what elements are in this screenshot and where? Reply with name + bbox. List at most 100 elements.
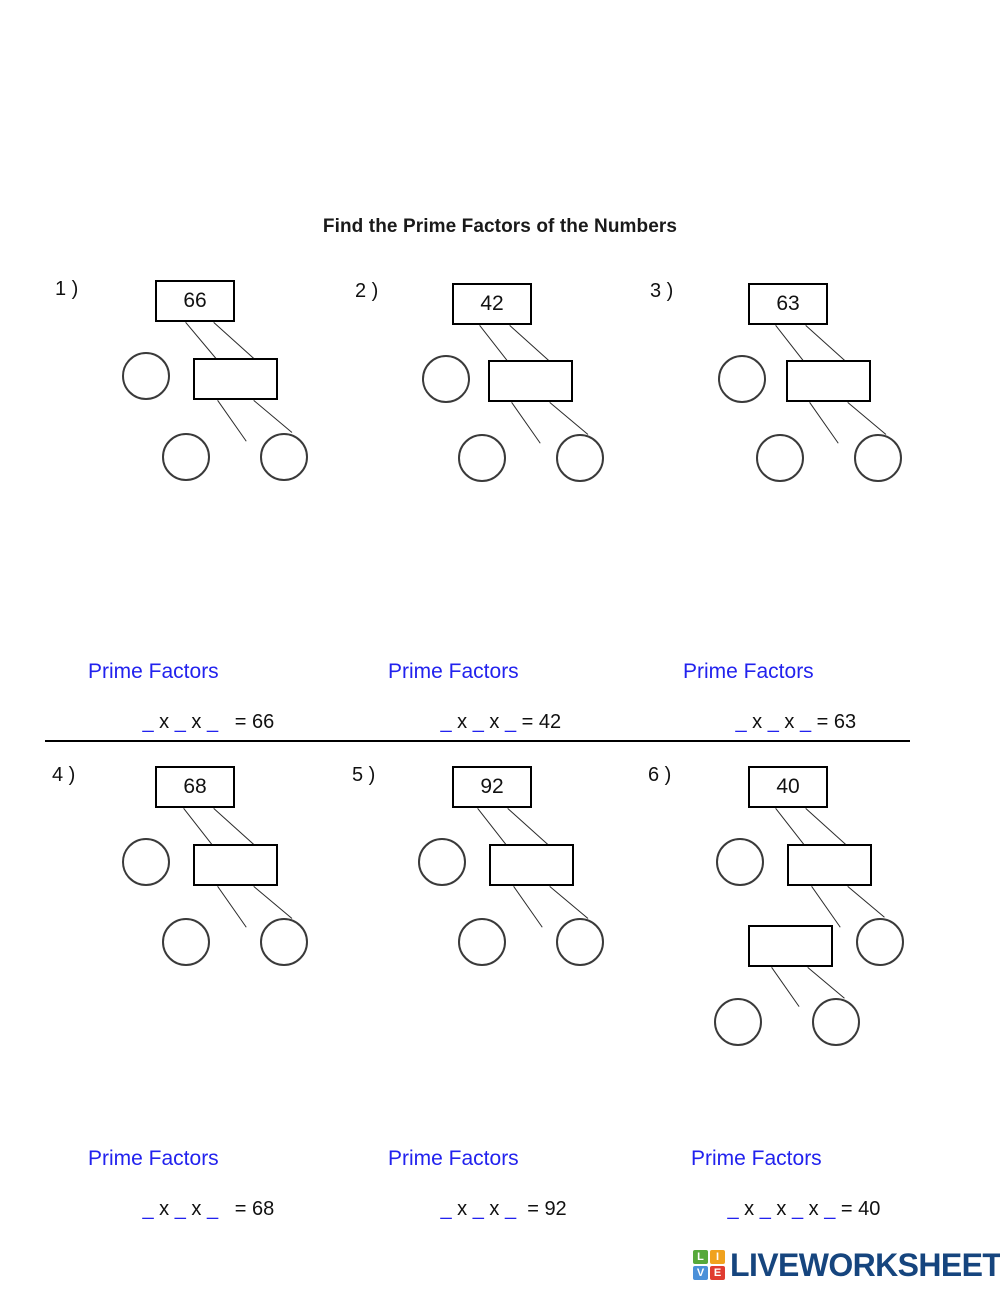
- tree-edge: [549, 886, 589, 919]
- answer-product: 42: [538, 711, 562, 733]
- tree-node-circle[interactable]: [714, 998, 762, 1046]
- tree-node-circle[interactable]: [458, 918, 506, 966]
- tree-edge: [509, 325, 554, 365]
- answer-label: Prime Factors: [88, 1147, 219, 1170]
- answer-6: Prime Factors _ x _ x _ x _ = 40: [683, 1147, 880, 1244]
- answer-expression[interactable]: _ x _ x _ = 42: [396, 688, 561, 757]
- answer-blank[interactable]: _: [440, 1198, 451, 1220]
- tree-node-box[interactable]: [787, 844, 872, 886]
- answer-label: Prime Factors: [388, 1147, 519, 1170]
- tree-edge: [847, 402, 887, 435]
- answer-5: Prime Factors _ x _ x _ = 92: [388, 1147, 567, 1244]
- tree-node-circle[interactable]: [162, 918, 210, 966]
- tree-node-circle[interactable]: [856, 918, 904, 966]
- problem-number-6: 6 ): [648, 764, 672, 786]
- answer-blank[interactable]: _: [142, 1198, 153, 1220]
- tree-node-circle[interactable]: [422, 355, 470, 403]
- answer-4: Prime Factors _ x _ x _ = 68: [88, 1147, 274, 1244]
- answer-blank[interactable]: _: [760, 1198, 771, 1220]
- answer-blank[interactable]: _: [735, 711, 746, 733]
- problem-number-2: 2 ): [355, 280, 379, 302]
- tree-node-box[interactable]: [193, 358, 278, 400]
- problem-number-4: 4 ): [52, 764, 76, 786]
- tree-node-box[interactable]: [193, 844, 278, 886]
- tree-node-circle[interactable]: [854, 434, 902, 482]
- tree-node-box[interactable]: [489, 844, 574, 886]
- answer-product: 92: [544, 1198, 567, 1220]
- answer-blank[interactable]: _: [473, 1198, 484, 1220]
- tree-node-root-5[interactable]: 92: [452, 766, 532, 808]
- answer-label: Prime Factors: [691, 1147, 822, 1170]
- tree-node-box[interactable]: [488, 360, 573, 402]
- answer-product: 68: [251, 1198, 275, 1220]
- answer-expression[interactable]: _ x _ x _ x _ = 40: [683, 1175, 880, 1244]
- answer-expression[interactable]: _ x _ x _ = 92: [396, 1175, 567, 1244]
- tree-node-circle[interactable]: [556, 434, 604, 482]
- tree-edge: [507, 808, 552, 848]
- answer-blank[interactable]: _: [800, 711, 811, 733]
- answer-blank[interactable]: _: [175, 711, 186, 733]
- tree-edge: [811, 886, 841, 928]
- logo-cell-l: L: [693, 1250, 708, 1264]
- logo-cell-v: V: [693, 1266, 708, 1280]
- tree-node-box[interactable]: [748, 925, 833, 967]
- tree-node-circle[interactable]: [260, 918, 308, 966]
- liveworksheets-logo[interactable]: L I V E LIVEWORKSHEETS: [693, 1249, 1000, 1281]
- tree-edge: [213, 322, 258, 362]
- liveworksheets-wordmark: LIVEWORKSHEETS: [730, 1247, 1000, 1283]
- answer-label: Prime Factors: [683, 660, 814, 683]
- tree-edge: [847, 886, 885, 918]
- tree-node-circle[interactable]: [418, 838, 466, 886]
- tree-node-circle[interactable]: [756, 434, 804, 482]
- answer-expression[interactable]: _ x _ x _ = 68: [98, 1175, 274, 1244]
- answer-label: Prime Factors: [88, 660, 219, 683]
- answer-blank[interactable]: _: [440, 711, 451, 733]
- tree-node-root-4[interactable]: 68: [155, 766, 235, 808]
- tree-node-root-3[interactable]: 63: [748, 283, 828, 325]
- answer-blank[interactable]: _: [505, 1198, 516, 1220]
- answer-expression[interactable]: _ x _ x _ = 63: [691, 688, 856, 757]
- worksheet-page: Find the Prime Factors of the Numbers 1 …: [0, 0, 1000, 1291]
- answer-blank[interactable]: _: [473, 711, 484, 733]
- tree-node-circle[interactable]: [718, 355, 766, 403]
- answer-blank[interactable]: _: [175, 1198, 186, 1220]
- answer-1: Prime Factors _ x _ x _ = 66: [88, 660, 274, 757]
- answer-blank[interactable]: _: [792, 1198, 803, 1220]
- tree-node-circle[interactable]: [162, 433, 210, 481]
- problem-number-3: 3 ): [650, 280, 674, 302]
- answer-blank[interactable]: _: [207, 711, 218, 733]
- answer-blank[interactable]: _: [768, 711, 779, 733]
- tree-edge: [805, 325, 850, 365]
- answer-blank[interactable]: _: [505, 711, 516, 733]
- answer-blank[interactable]: _: [824, 1198, 835, 1220]
- answer-blank[interactable]: _: [142, 711, 153, 733]
- problem-number-5: 5 ): [352, 764, 376, 786]
- answer-product: 63: [833, 711, 857, 733]
- answer-blank[interactable]: _: [727, 1198, 738, 1220]
- liveworksheets-logo-icon: L I V E: [693, 1250, 725, 1280]
- answer-2: Prime Factors _ x _ x _ = 42: [388, 660, 561, 757]
- tree-node-circle[interactable]: [556, 918, 604, 966]
- tree-node-box[interactable]: [786, 360, 871, 402]
- tree-node-circle[interactable]: [458, 434, 506, 482]
- tree-node-circle[interactable]: [260, 433, 308, 481]
- tree-node-circle[interactable]: [122, 838, 170, 886]
- answer-product: 66: [251, 711, 275, 733]
- page-title: Find the Prime Factors of the Numbers: [322, 216, 678, 237]
- tree-node-root-1[interactable]: 66: [155, 280, 235, 322]
- tree-node-root-6[interactable]: 40: [748, 766, 828, 808]
- tree-node-circle[interactable]: [812, 998, 860, 1046]
- answer-blank[interactable]: _: [207, 1198, 218, 1220]
- answer-3: Prime Factors _ x _ x _ = 63: [683, 660, 856, 757]
- tree-edge: [217, 400, 247, 442]
- section-divider: [45, 740, 910, 742]
- tree-node-circle[interactable]: [716, 838, 764, 886]
- logo-cell-i: I: [710, 1250, 725, 1264]
- answer-product: 40: [858, 1198, 881, 1220]
- answer-expression[interactable]: _ x _ x _ = 66: [98, 688, 274, 757]
- tree-node-root-2[interactable]: 42: [452, 283, 532, 325]
- tree-edge: [549, 402, 589, 435]
- tree-edge: [217, 886, 247, 928]
- tree-edge: [511, 402, 541, 444]
- tree-node-circle[interactable]: [122, 352, 170, 400]
